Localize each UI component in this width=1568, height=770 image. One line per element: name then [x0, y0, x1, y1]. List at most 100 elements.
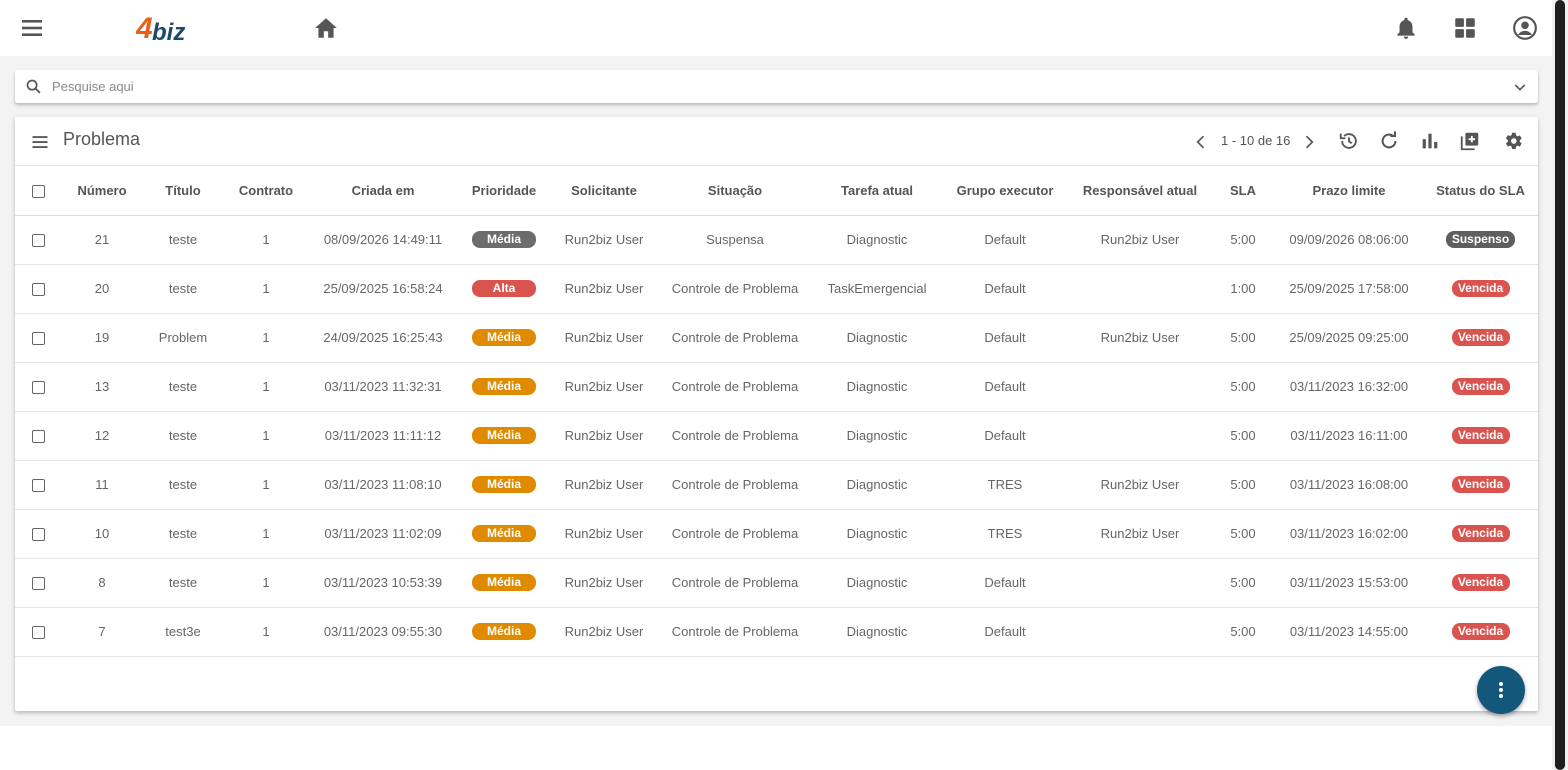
table-row[interactable]: 12 teste 1 03/11/2023 11:11:12 Média Run2biz … — [15, 411, 1538, 461]
table-row[interactable]: 13 teste 1 03/11/2023 11:32:31 Média Run2biz … — [15, 362, 1538, 412]
table-row[interactable]: 11 teste 1 03/11/2023 11:08:10 Média Run2biz … — [15, 460, 1538, 510]
row-checkbox[interactable] — [31, 528, 45, 542]
cell-sla: 5:00 — [1211, 362, 1275, 412]
cell-sla: 5:00 — [1211, 411, 1275, 461]
list-menu-icon[interactable] — [30, 132, 50, 152]
cell-contrato: 1 — [223, 264, 309, 314]
table-row[interactable]: 8 teste 1 03/11/2023 10:53:39 Média Run2biz U… — [15, 558, 1538, 608]
column-header[interactable]: Prazo limite — [1275, 166, 1423, 216]
cell-numero: 13 — [61, 362, 143, 412]
grid-apps-icon[interactable] — [1452, 15, 1478, 41]
cell-prioridade: Média — [457, 411, 551, 461]
bar-chart-icon[interactable] — [1419, 130, 1441, 152]
column-header[interactable]: Contrato — [223, 166, 309, 216]
cell-numero: 12 — [61, 411, 143, 461]
page-scrollbar[interactable] — [1552, 0, 1568, 770]
column-header[interactable]: Responsável atual — [1069, 166, 1211, 216]
cell-titulo: teste — [143, 215, 223, 265]
table-row[interactable]: 20 teste 1 25/09/2025 16:58:24 Alta Run2biz U… — [15, 264, 1538, 314]
cell-sla: 5:00 — [1211, 509, 1275, 559]
cell-criada: 24/09/2025 16:25:43 — [309, 313, 457, 363]
cell-situacao: Controle de Problema — [657, 411, 813, 461]
table-row[interactable]: 19 Problem 1 24/09/2025 16:25:43 Média Run2bi… — [15, 313, 1538, 363]
cell-prioridade: Média — [457, 558, 551, 608]
add-box-icon[interactable] — [1459, 130, 1481, 152]
column-header[interactable]: Status do SLA — [1423, 166, 1538, 216]
table-row[interactable]: 10 teste 1 03/11/2023 11:02:09 Média Run2biz … — [15, 509, 1538, 559]
select-all-checkbox[interactable] — [31, 184, 45, 198]
row-checkbox[interactable] — [31, 430, 45, 444]
history-icon[interactable] — [1338, 130, 1360, 152]
problem-table: Número Título Contrato Criada em Priorid… — [15, 166, 1538, 657]
cell-responsavel — [1069, 607, 1211, 657]
column-header[interactable]: Título — [143, 166, 223, 216]
home-icon[interactable] — [313, 15, 339, 41]
row-checkbox[interactable] — [31, 626, 45, 640]
table-row[interactable]: 21 teste 1 08/09/2026 14:49:11 Média Run2biz … — [15, 215, 1538, 265]
search-input[interactable] — [52, 76, 1492, 97]
cell-sla: 5:00 — [1211, 607, 1275, 657]
cell-criada: 25/09/2025 16:58:24 — [309, 264, 457, 314]
sla-status-badge: Vencida — [1451, 378, 1510, 395]
svg-text:biz: biz — [152, 19, 185, 46]
more-vertical-icon — [1499, 682, 1503, 698]
cell-sla: 5:00 — [1211, 460, 1275, 510]
cell-status-sla: Vencida — [1423, 558, 1538, 608]
row-checkbox[interactable] — [31, 283, 45, 297]
cell-solicitante: Run2biz User — [551, 509, 657, 559]
column-header[interactable]: Prioridade — [457, 166, 551, 216]
cell-solicitante: Run2biz User — [551, 558, 657, 608]
scrollbar-thumb[interactable] — [1555, 0, 1565, 770]
row-checkbox[interactable] — [31, 479, 45, 493]
chevron-down-icon[interactable] — [1512, 79, 1528, 95]
more-actions-button[interactable] — [1477, 666, 1525, 714]
chevron-right-icon[interactable] — [1299, 132, 1319, 152]
row-select-cell — [15, 558, 61, 608]
panel-header: Problema 1 - 10 de 16 — [15, 117, 1538, 166]
column-header[interactable]: Grupo executor — [941, 166, 1069, 216]
hamburger-menu-icon[interactable] — [20, 16, 44, 40]
row-select-cell — [15, 411, 61, 461]
column-header[interactable]: Tarefa atual — [813, 166, 941, 216]
cell-prioridade: Média — [457, 460, 551, 510]
column-header[interactable]: Criada em — [309, 166, 457, 216]
sla-status-badge: Vencida — [1451, 574, 1510, 591]
column-header[interactable]: Situação — [657, 166, 813, 216]
cell-prioridade: Média — [457, 607, 551, 657]
bell-icon[interactable] — [1393, 15, 1419, 41]
cell-solicitante: Run2biz User — [551, 607, 657, 657]
cell-responsavel — [1069, 558, 1211, 608]
priority-badge: Média — [472, 623, 536, 640]
column-header[interactable]: Número — [61, 166, 143, 216]
table-row[interactable]: 7 test3e 1 03/11/2023 09:55:30 Média Run2biz … — [15, 607, 1538, 657]
cell-solicitante: Run2biz User — [551, 362, 657, 412]
cell-prazo: 03/11/2023 14:55:00 — [1275, 607, 1423, 657]
cell-numero: 8 — [61, 558, 143, 608]
priority-badge: Alta — [472, 280, 536, 297]
app-logo[interactable]: 4 biz — [135, 8, 198, 46]
row-checkbox[interactable] — [31, 332, 45, 346]
cell-numero: 7 — [61, 607, 143, 657]
row-checkbox[interactable] — [31, 577, 45, 591]
cell-prazo: 03/11/2023 16:11:00 — [1275, 411, 1423, 461]
refresh-icon[interactable] — [1378, 130, 1400, 152]
chevron-left-icon[interactable] — [1191, 132, 1211, 152]
cell-responsavel — [1069, 362, 1211, 412]
cell-responsavel — [1069, 411, 1211, 461]
cell-prioridade: Alta — [457, 264, 551, 314]
column-header[interactable]: SLA — [1211, 166, 1275, 216]
account-circle-icon[interactable] — [1512, 15, 1538, 41]
cell-grupo: Default — [941, 411, 1069, 461]
cell-criada: 08/09/2026 14:49:11 — [309, 215, 457, 265]
gear-icon[interactable] — [1502, 130, 1524, 152]
cell-criada: 03/11/2023 10:53:39 — [309, 558, 457, 608]
cell-situacao: Controle de Problema — [657, 362, 813, 412]
column-header[interactable]: Solicitante — [551, 166, 657, 216]
sla-status-badge: Vencida — [1451, 427, 1510, 444]
row-checkbox[interactable] — [31, 381, 45, 395]
cell-situacao: Controle de Problema — [657, 607, 813, 657]
cell-prazo: 25/09/2025 09:25:00 — [1275, 313, 1423, 363]
row-checkbox[interactable] — [31, 234, 45, 248]
cell-grupo: Default — [941, 607, 1069, 657]
cell-situacao: Suspensa — [657, 215, 813, 265]
